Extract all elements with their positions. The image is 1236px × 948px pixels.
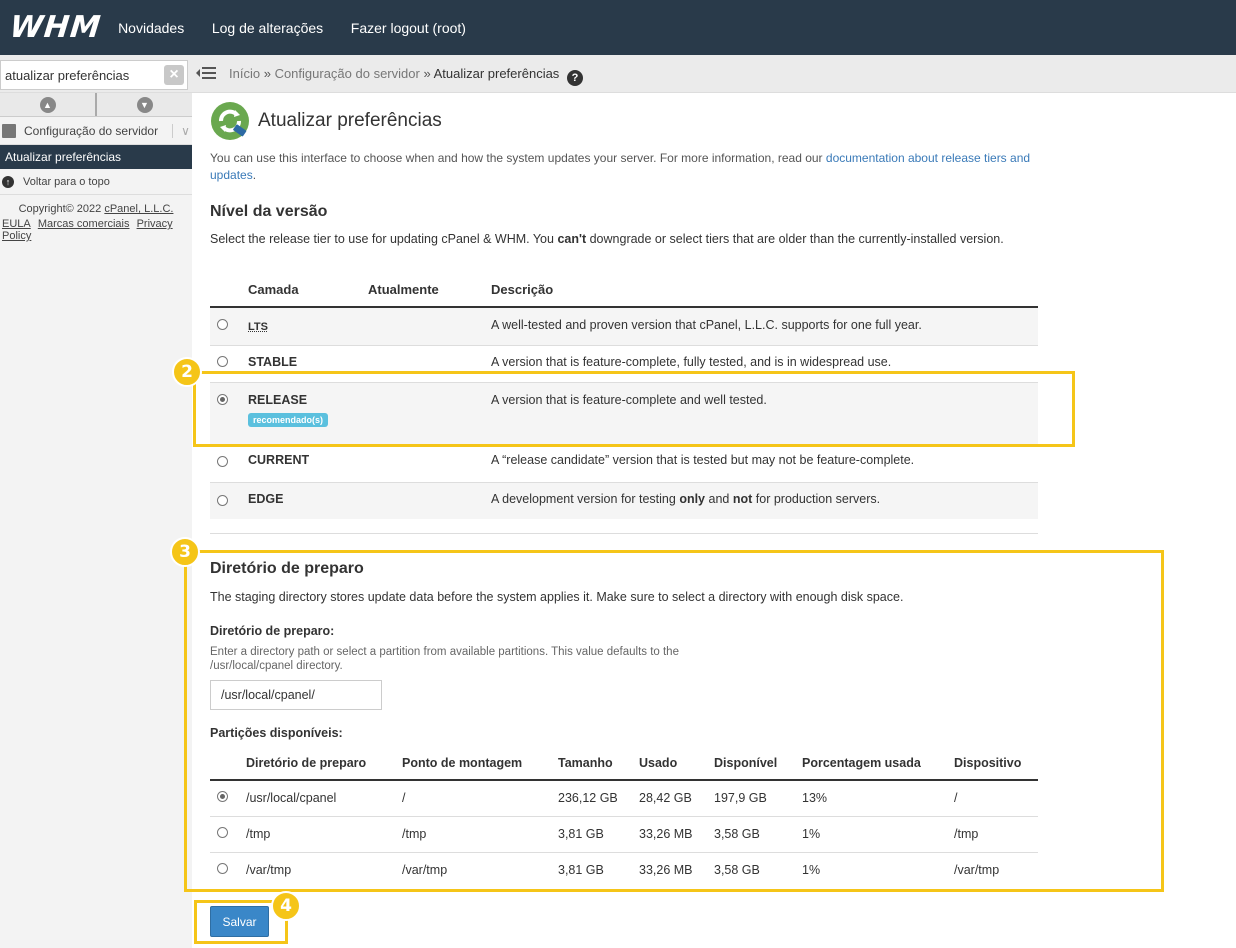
- update-preferences-icon: [210, 101, 250, 141]
- section-divider: [210, 533, 1038, 534]
- release-desc-part2: downgrade or select tiers that are older…: [589, 232, 1004, 246]
- column-header: Descrição: [491, 273, 1038, 308]
- callout-number: 3: [170, 537, 200, 567]
- tier-description: A “release candidate” version that is te…: [491, 443, 1038, 482]
- sidebar-item-update-preferences[interactable]: Atualizar preferências: [0, 145, 192, 169]
- tier-row-lts[interactable]: LTS A well-tested and proven version tha…: [210, 306, 1038, 345]
- page-title: Atualizar preferências: [258, 110, 442, 131]
- trademarks-link[interactable]: Marcas comerciais: [38, 218, 130, 230]
- copyright: Copyright© 2022 cPanel, L.L.C.: [0, 195, 192, 218]
- collapse-sidebar-icon[interactable]: [196, 65, 216, 86]
- nav-changelog-link[interactable]: Log de alterações: [212, 20, 323, 36]
- tier-radio[interactable]: [217, 319, 228, 330]
- page-header: Atualizar preferências: [210, 101, 442, 141]
- intro-text: You can use this interface to choose whe…: [210, 150, 1040, 184]
- edge-desc-post: for production servers.: [755, 491, 881, 506]
- breadcrumb-separator: »: [423, 66, 431, 81]
- column-header: Atualmente: [368, 273, 491, 308]
- tier-radio[interactable]: [217, 355, 228, 367]
- breadcrumb-section-link[interactable]: Configuração do servidor: [275, 66, 420, 81]
- callout-box-release: [193, 371, 1075, 447]
- arrow-down-icon: ▼: [136, 96, 153, 113]
- back-to-top-link[interactable]: ↑ Voltar para o topo: [0, 169, 192, 195]
- edge-desc-mid: and: [708, 491, 730, 506]
- tier-row-current[interactable]: CURRENT A “release candidate” version th…: [210, 443, 1038, 482]
- eula-link[interactable]: EULA: [2, 218, 31, 230]
- edge-desc-pre: A development version for testing: [491, 491, 676, 506]
- top-navbar: WHM Novidades Log de alterações Fazer lo…: [0, 0, 1236, 55]
- release-desc-bold: can't: [557, 232, 587, 246]
- copyright-text: Copyright© 2022: [18, 203, 102, 215]
- tier-name: STABLE: [248, 354, 298, 369]
- tier-radio[interactable]: [217, 494, 228, 506]
- cpanel-link[interactable]: cPanel, L.L.C.: [104, 203, 173, 215]
- column-header: Camada: [248, 273, 368, 308]
- tier-name: EDGE: [248, 491, 284, 506]
- breadcrumb-home-link[interactable]: Início: [229, 66, 260, 81]
- tier-description: A well-tested and proven version that cP…: [491, 306, 1038, 345]
- intro-body: You can use this interface to choose whe…: [210, 151, 823, 165]
- top-nav: Novidades Log de alterações Fazer logout…: [118, 20, 490, 36]
- edge-desc-bold-not: not: [732, 491, 753, 506]
- arrow-up-circle-icon: ↑: [2, 175, 14, 188]
- table-header-row: Camada Atualmente Descrição: [210, 273, 1038, 308]
- sidebar: ▲ ▼ Configuração do servidor ∨ Atualizar…: [0, 93, 192, 948]
- back-to-top-label: Voltar para o topo: [23, 175, 110, 188]
- sidebar-category-label: Configuração do servidor: [24, 123, 159, 138]
- tier-name: CURRENT: [248, 452, 310, 467]
- help-icon[interactable]: ?: [566, 70, 583, 86]
- server-config-icon: [2, 123, 16, 138]
- breadcrumb-separator: »: [263, 66, 271, 81]
- clear-search-icon[interactable]: ×: [164, 65, 184, 85]
- nav-logout-link[interactable]: Fazer logout (root): [351, 20, 466, 36]
- nav-news-link[interactable]: Novidades: [118, 20, 184, 36]
- callout-number: 2: [172, 357, 202, 387]
- callout-box-staging: [184, 550, 1164, 892]
- chevron-down-icon[interactable]: ∨: [172, 123, 190, 138]
- sidebar-scroll-controls: ▲ ▼: [0, 93, 192, 117]
- search-box: ×: [0, 60, 188, 90]
- tier-radio[interactable]: [217, 455, 228, 467]
- tier-description: A development version for testing only a…: [491, 481, 1038, 519]
- tier-row-edge[interactable]: EDGE A development version for testing o…: [210, 481, 1038, 519]
- release-tier-description: Select the release tier to use for updat…: [210, 230, 1040, 248]
- tier-name: LTS: [248, 321, 268, 333]
- search-input[interactable]: [1, 61, 151, 89]
- callout-number: 4: [271, 891, 301, 921]
- scroll-up-button[interactable]: ▲: [0, 93, 97, 116]
- edge-desc-bold-only: only: [679, 491, 706, 506]
- breadcrumb: Início » Configuração do servidor » Atua…: [229, 66, 583, 86]
- intro-end: .: [252, 168, 257, 182]
- scroll-down-button[interactable]: ▼: [97, 93, 192, 116]
- sidebar-category-server-config[interactable]: Configuração do servidor ∨: [0, 117, 192, 145]
- whm-logo[interactable]: WHM: [8, 10, 103, 45]
- tier-current: [368, 481, 491, 519]
- legal-links: EULA Marcas comerciais Privacy Policy: [0, 218, 192, 242]
- tier-current: [368, 306, 491, 345]
- breadcrumb-bar: × Início » Configuração do servidor » At…: [0, 55, 1236, 93]
- release-tier-heading: Nível da versão: [210, 203, 328, 220]
- release-desc-part1: Select the release tier to use for updat…: [210, 232, 554, 246]
- tier-current: [368, 443, 491, 482]
- breadcrumb-current: Atualizar preferências: [433, 66, 560, 81]
- arrow-up-icon: ▲: [39, 96, 56, 113]
